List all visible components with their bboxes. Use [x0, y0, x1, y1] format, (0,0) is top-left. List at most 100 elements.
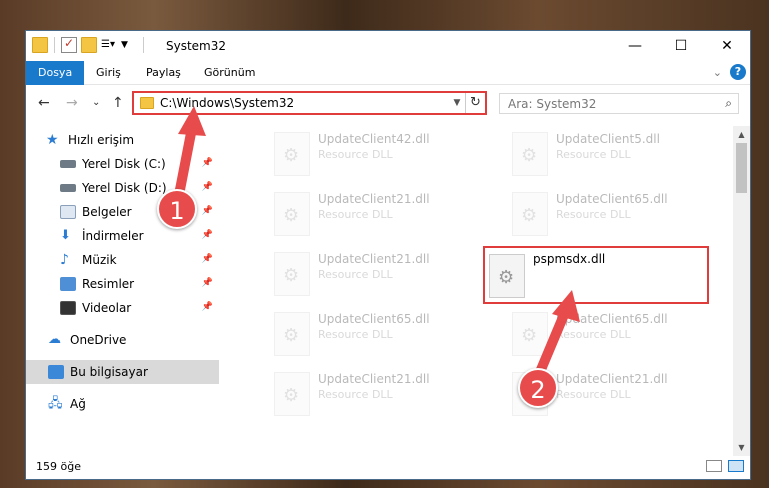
forward-arrow-icon[interactable]: →	[66, 95, 78, 111]
nav-item-this-pc[interactable]: Bu bilgisayar	[26, 360, 219, 384]
explorer-window: ☰▾ ▼ System32 — ☐ ✕ Dosya Giriş Paylaş G…	[25, 30, 751, 480]
scroll-down-icon[interactable]: ▼	[733, 439, 750, 456]
cloud-icon: ☁	[48, 332, 61, 347]
dll-file-icon	[512, 192, 548, 236]
toolbar-dropdown-icon[interactable]: ▼	[121, 37, 137, 53]
search-icon[interactable]: ⌕	[725, 96, 732, 111]
pin-icon: 📌	[201, 230, 213, 240]
window-title: System32	[166, 39, 227, 53]
details-view-icon[interactable]	[706, 460, 722, 472]
file-item[interactable]: UpdateClient65.dll Resource DLL	[474, 186, 704, 246]
close-button[interactable]: ✕	[704, 31, 750, 61]
file-item[interactable]: UpdateClient21.dll Resource DLL	[236, 186, 466, 246]
file-name: UpdateClient65.dll	[556, 312, 668, 326]
nav-item-quick-access[interactable]: ★ Hızlı erişim	[26, 128, 219, 152]
pin-icon: 📌	[201, 302, 213, 312]
window-controls: — ☐ ✕	[612, 31, 750, 61]
customize-toolbar-icon[interactable]: ☰▾	[101, 37, 117, 53]
computer-icon	[48, 365, 64, 379]
download-icon: ⬇	[60, 228, 71, 243]
nav-item-downloads[interactable]: ⬇ İndirmeler 📌	[26, 224, 219, 248]
pin-icon: 📌	[201, 182, 213, 192]
folder-icon	[140, 97, 154, 109]
dll-file-icon	[274, 192, 310, 236]
documents-icon	[60, 205, 76, 219]
item-count: 159 öğe	[36, 460, 81, 473]
pin-icon: 📌	[201, 278, 213, 288]
file-type: Resource DLL	[556, 328, 631, 341]
address-path[interactable]: C:\Windows\System32	[160, 96, 449, 110]
nav-item-music[interactable]: ♪ Müzik 📌	[26, 248, 219, 272]
file-type: Resource DLL	[318, 148, 393, 161]
tab-view[interactable]: Görünüm	[192, 61, 267, 85]
nav-item-label: Belgeler	[82, 205, 132, 219]
file-item[interactable]: UpdateClient21.dll Resource DLL	[236, 366, 466, 426]
title-bar: ☰▾ ▼ System32 — ☐ ✕	[26, 31, 750, 61]
nav-item-pictures[interactable]: Resimler 📌	[26, 272, 219, 296]
navigation-pane: ★ Hızlı erişim Yerel Disk (C:) 📌 Yerel D…	[26, 126, 219, 446]
minimize-button[interactable]: —	[612, 31, 658, 61]
address-row: ← → ⌄ ↑ C:\Windows\System32 ▼ ↻ Ara: Sys…	[26, 85, 750, 121]
file-name: UpdateClient65.dll	[318, 312, 430, 326]
nav-item-local-disk-c[interactable]: Yerel Disk (C:) 📌	[26, 152, 219, 176]
folder-icon	[32, 37, 48, 53]
back-arrow-icon[interactable]: ←	[38, 95, 50, 111]
help-icon[interactable]: ?	[730, 64, 746, 80]
expand-ribbon-icon[interactable]: ⌄	[713, 66, 722, 79]
dll-file-icon	[274, 312, 310, 356]
pin-icon: 📌	[201, 206, 213, 216]
step-marker-2: 2	[518, 368, 558, 408]
file-name: UpdateClient21.dll	[318, 192, 430, 206]
star-icon: ★	[46, 132, 59, 148]
nav-item-label: OneDrive	[70, 333, 127, 347]
nav-item-onedrive[interactable]: ☁ OneDrive	[26, 328, 219, 352]
chevron-down-icon[interactable]: ▼	[449, 98, 465, 108]
music-icon: ♪	[60, 252, 69, 268]
nav-item-label: Ağ	[70, 397, 86, 411]
dll-file-icon	[274, 372, 310, 416]
scroll-up-icon[interactable]: ▲	[733, 126, 750, 143]
scroll-thumb[interactable]	[736, 143, 747, 193]
file-item[interactable]: UpdateClient42.dll Resource DLL	[236, 126, 466, 186]
nav-item-label: Müzik	[82, 253, 117, 267]
dll-file-icon	[512, 312, 548, 356]
search-input[interactable]: Ara: System32 ⌕	[499, 93, 739, 114]
file-type: Resource DLL	[556, 208, 631, 221]
tab-file[interactable]: Dosya	[26, 61, 85, 85]
file-type: Resource DLL	[318, 208, 393, 221]
dll-file-icon	[274, 252, 310, 296]
file-name: UpdateClient21.dll	[556, 372, 668, 386]
maximize-button[interactable]: ☐	[658, 31, 704, 61]
file-item[interactable]: UpdateClient21.dll Resource DLL	[474, 366, 704, 426]
recent-locations-icon[interactable]: ⌄	[92, 97, 100, 108]
pictures-icon	[60, 277, 76, 291]
file-type: Resource DLL	[556, 148, 631, 161]
status-bar: 159 öğe	[26, 455, 750, 479]
vertical-scrollbar[interactable]: ▲ ▼	[733, 126, 750, 456]
quick-access-toolbar: ☰▾ ▼	[32, 36, 146, 53]
nav-item-network[interactable]: 🖧 Ağ	[26, 392, 219, 416]
tiles-view-icon[interactable]	[728, 460, 744, 472]
file-type: Resource DLL	[318, 328, 393, 341]
tab-share[interactable]: Paylaş	[134, 61, 193, 85]
file-list: UpdateClient42.dll Resource DLL UpdateCl…	[236, 126, 736, 456]
nav-item-label: Resimler	[82, 277, 135, 291]
nav-item-label: Hızlı erişim	[68, 133, 135, 147]
tab-home[interactable]: Giriş	[84, 61, 133, 85]
file-item[interactable]: UpdateClient5.dll Resource DLL	[474, 126, 704, 186]
toolbar-divider	[54, 37, 55, 53]
toolbar-divider	[143, 37, 144, 53]
nav-item-videos[interactable]: Videolar 📌	[26, 296, 219, 320]
up-arrow-icon[interactable]: ↑	[112, 95, 124, 111]
file-item[interactable]: UpdateClient65.dll Resource DLL	[236, 306, 466, 366]
ribbon-controls: ⌄ ?	[713, 64, 746, 80]
file-item-pspmsdx[interactable]: pspmsdx.dll	[483, 246, 709, 304]
properties-icon[interactable]	[61, 36, 77, 53]
new-folder-icon[interactable]	[81, 37, 97, 53]
file-item[interactable]: UpdateClient65.dll Resource DLL	[474, 306, 704, 366]
view-toggle	[706, 460, 744, 472]
file-item[interactable]: UpdateClient21.dll Resource DLL	[236, 246, 466, 306]
refresh-icon[interactable]: ↻	[465, 93, 485, 113]
address-bar[interactable]: C:\Windows\System32 ▼ ↻	[132, 91, 487, 115]
nav-item-label: Videolar	[82, 301, 132, 315]
